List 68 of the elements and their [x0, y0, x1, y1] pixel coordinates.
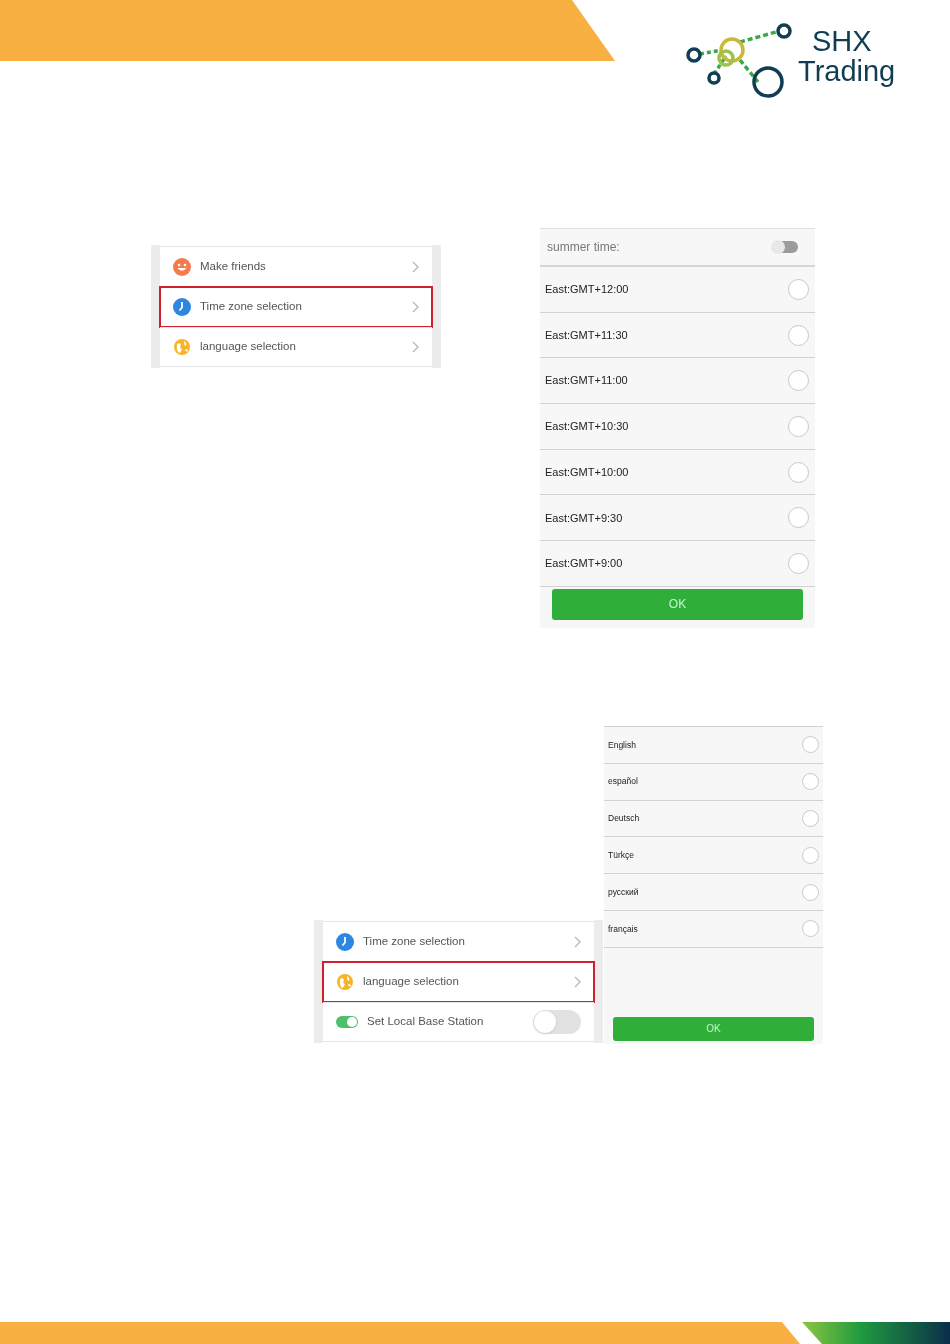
item-label: Time zone selection	[200, 299, 303, 315]
option-row[interactable]: Deutsch	[604, 800, 823, 838]
menu-item[interactable]: Time zone selection	[323, 920, 594, 962]
option-label: East:GMT+12:00	[545, 282, 629, 298]
menu-item[interactable]: Make friends	[160, 245, 432, 287]
radio-button[interactable]	[802, 883, 819, 901]
radio-button[interactable]	[802, 736, 819, 754]
option-row[interactable]: East:GMT+10:00	[540, 449, 815, 496]
clock-icon	[173, 298, 191, 316]
option-label: East:GMT+9:30	[545, 510, 623, 526]
item-label: Set Local Base Station	[367, 1014, 485, 1030]
option-row[interactable]: East:GMT+11:00	[540, 358, 815, 405]
option-label: français	[608, 922, 638, 936]
radio-button[interactable]	[788, 507, 809, 529]
radio-button[interactable]	[802, 920, 819, 938]
option-row[interactable]: East:GMT+9:30	[540, 495, 815, 542]
logo-text: SHX	[811, 26, 873, 56]
toggle-switch[interactable]	[772, 241, 798, 253]
radio-button[interactable]	[788, 278, 809, 300]
option-label: East:GMT+11:00	[545, 373, 628, 389]
option-row[interactable]: español	[604, 763, 823, 801]
item-label: Time zone selection	[363, 933, 466, 949]
item-label: language selection	[200, 339, 297, 355]
chevron-icon	[412, 341, 419, 353]
radio-button[interactable]	[788, 370, 809, 392]
chevron-icon	[412, 260, 419, 273]
option-row[interactable]: Türkçe	[604, 837, 823, 875]
option-row[interactable]: East:GMT+9:00	[540, 541, 815, 587]
item-label: Make friends	[200, 258, 267, 274]
globe-icon	[173, 338, 191, 356]
radio-button[interactable]	[788, 552, 809, 574]
chevron-icon	[412, 301, 419, 313]
item-label: language selection	[363, 974, 460, 990]
circles-logo-icon	[686, 22, 792, 100]
option-label: East:GMT+11:30	[545, 327, 628, 343]
menu-item[interactable]: language selection	[323, 961, 594, 1002]
smiley-icon	[173, 257, 191, 276]
option-row[interactable]: East:GMT+11:30	[540, 312, 815, 359]
switch-icon	[336, 1013, 358, 1031]
option-label: español	[608, 775, 638, 789]
chevron-icon	[574, 935, 581, 948]
option-row[interactable]: English	[604, 727, 823, 764]
menu-item[interactable]: language selection	[160, 326, 432, 368]
option-row[interactable]: français	[604, 911, 823, 948]
option-label: Deutsch	[608, 812, 640, 825]
option-row[interactable]: East:GMT+12:00	[540, 267, 815, 313]
radio-button[interactable]	[788, 324, 809, 346]
radio-button[interactable]	[802, 810, 819, 827]
logo-text: Trading	[798, 56, 896, 86]
globe-icon	[336, 973, 354, 991]
summer-time-label: summer time:	[547, 239, 620, 256]
clock-icon	[336, 932, 354, 951]
menu-item[interactable]: Time zone selection	[160, 286, 432, 327]
radio-button[interactable]	[802, 846, 819, 864]
option-label: East:GMT+9:00	[545, 556, 623, 572]
option-label: русский	[608, 885, 639, 899]
option-label: East:GMT+10:00	[545, 464, 629, 480]
option-label: East:GMT+10:30	[545, 419, 629, 435]
radio-button[interactable]	[788, 461, 809, 483]
option-row[interactable]: русский	[604, 874, 823, 911]
radio-button[interactable]	[788, 415, 809, 437]
toggle-switch[interactable]	[533, 1010, 581, 1034]
option-label: English	[608, 738, 636, 752]
option-label: Türkçe	[608, 848, 634, 862]
option-row[interactable]: East:GMT+10:30	[540, 404, 815, 450]
chevron-icon	[574, 976, 581, 988]
radio-button[interactable]	[802, 773, 819, 791]
menu-item[interactable]: Set Local Base Station	[323, 1001, 594, 1043]
